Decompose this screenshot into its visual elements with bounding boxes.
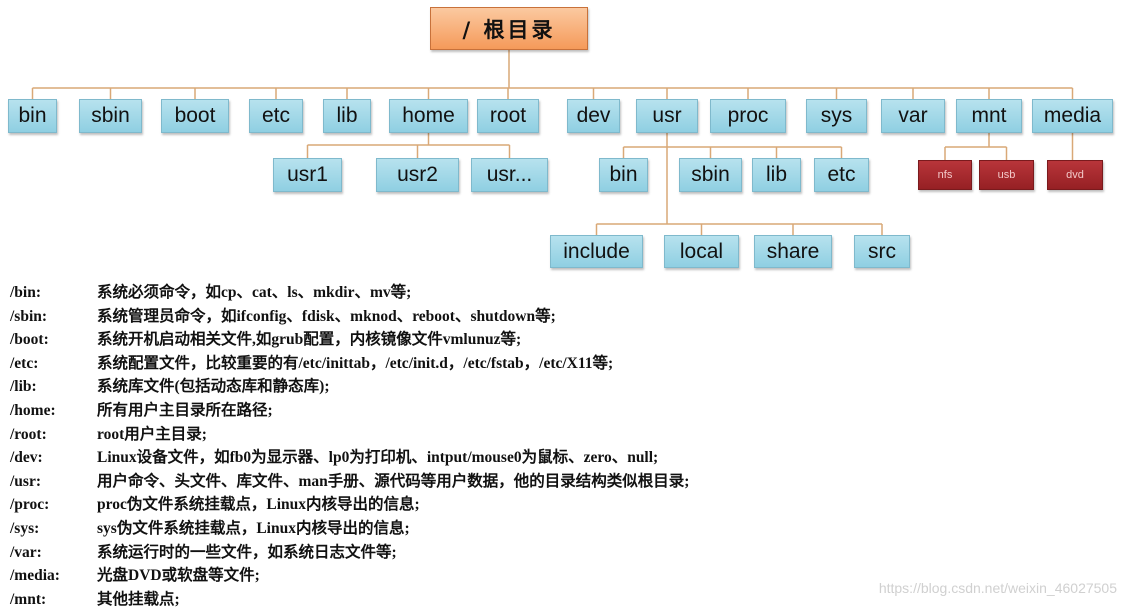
dir-node-etc: etc (249, 99, 303, 133)
home-child-node: usr1 (273, 158, 342, 192)
dir-label: /home: (10, 402, 56, 419)
dir-description: 系统库文件(包括动态库和静态库); (97, 378, 330, 396)
dir-node-dev: dev (567, 99, 620, 133)
dir-label: /proc: (10, 496, 50, 514)
watermark: https://blog.csdn.net/weixin_46027505 (878, 580, 1117, 596)
description-row: /usr: 用户命令、头文件、库文件、man手册、源代码等用户数据，他的目录结构类… (10, 469, 689, 491)
dir-description: 系统必须命令，如cp、cat、ls、mkdir、mv等; (97, 284, 412, 301)
description-row: /root: root用户主目录; (10, 422, 207, 444)
mnt-child-node: nfs (918, 160, 972, 190)
description-row: /etc: 系统配置文件，比较重要的有/etc/inittab，/etc/init… (10, 351, 613, 373)
dir-label: /media: (10, 567, 60, 585)
usr-child-node: include (550, 235, 643, 268)
dir-node-boot: boot (161, 99, 229, 133)
usr-child-node: sbin (679, 158, 742, 192)
home-child-node: usr... (471, 158, 548, 192)
dir-node-var: var (881, 99, 945, 133)
dir-description: 光盘DVD或软盘等文件; (97, 567, 260, 585)
dir-node-usr: usr (636, 99, 698, 133)
dir-label: /usr: (10, 472, 41, 490)
dir-description: 其他挂载点; (97, 590, 180, 608)
description-row: /mnt: 其他挂载点; (10, 587, 180, 609)
usr-child-node: bin (599, 158, 648, 192)
usr-child-node: local (664, 235, 739, 268)
description-row: /sbin: 系统管理员命令，如ifconfig、fdisk、mknod、rebo… (10, 304, 556, 326)
dir-description: root用户主目录; (97, 425, 207, 443)
dir-label: /sbin: (10, 307, 48, 325)
usr-child-node: etc (814, 158, 869, 192)
dir-label: /var: (10, 543, 42, 561)
usr-child-node: share (754, 235, 832, 268)
dir-node-mnt: mnt (956, 99, 1022, 133)
dir-label: /lib: (10, 378, 37, 396)
dir-node-media: media (1032, 99, 1113, 133)
dir-node-proc: proc (710, 99, 786, 133)
dir-label: /bin: (10, 284, 42, 301)
mnt-child-node: usb (979, 160, 1034, 190)
directory-tree-diagram: / 根目录 bin sbin boot etc lib home root dev usr proc… (0, 0, 1125, 610)
description-row: /sys: sys伪文件系统挂载点，Linux内核导出的信息; (10, 516, 410, 538)
dir-description: 系统管理员命令，如ifconfig、fdisk、mknod、reboot、shu… (97, 307, 556, 325)
dir-description: 系统配置文件，比较重要的有/etc/inittab，/etc/init.d，/e… (97, 354, 614, 372)
dir-node-sys: sys (806, 99, 867, 133)
dir-node-home: home (389, 99, 468, 133)
description-row: /home: 所有用户主目录所在路径; (10, 398, 273, 420)
description-row: /proc: proc伪文件系统挂载点，Linux内核导出的信息; (10, 492, 420, 514)
root-directory-node: / 根目录 (430, 7, 588, 50)
usr-child-node: src (854, 235, 910, 268)
description-row: /boot: 系统开机启动相关文件,如grub配置，内核镜像文件vmlunuz等; (10, 327, 521, 349)
dir-label: /mnt: (10, 590, 47, 608)
dir-description: Linux设备文件，如fb0为显示器、lp0为打印机、intput/mouse0… (97, 449, 659, 467)
dir-node-lib: lib (323, 99, 371, 133)
dir-label: /root: (10, 425, 47, 443)
dir-label: /etc: (10, 354, 39, 372)
description-row: /bin: 系统必须命令，如cp、cat、ls、mkdir、mv等; (10, 280, 411, 302)
dir-label: /dev: (10, 449, 43, 467)
dir-label: /boot: (10, 331, 49, 349)
dir-description: 用户命令、头文件、库文件、man手册、源代码等用户数据，他的目录结构类似根目录; (97, 472, 690, 490)
description-row: /var: 系统运行时的一些文件，如系统日志文件等; (10, 540, 397, 562)
usr-child-node: lib (752, 158, 801, 192)
description-row: /lib: 系统库文件(包括动态库和静态库); (10, 374, 330, 396)
dir-label: /sys: (10, 520, 40, 537)
dir-description: 系统开机启动相关文件,如grub配置，内核镜像文件vmlunuz等; (97, 331, 522, 349)
description-row: /dev: Linux设备文件，如fb0为显示器、lp0为打印机、intput/m… (10, 445, 658, 467)
dir-description: sys伪文件系统挂载点，Linux内核导出的信息; (97, 520, 410, 537)
description-row: /media: 光盘DVD或软盘等文件; (10, 563, 260, 585)
dir-description: 所有用户主目录所在路径; (97, 402, 273, 419)
dir-node-bin: bin (8, 99, 57, 133)
dir-node-sbin: sbin (79, 99, 142, 133)
dir-node-root: root (477, 99, 539, 133)
home-child-node: usr2 (376, 158, 459, 192)
dir-description: 系统运行时的一些文件，如系统日志文件等; (97, 543, 397, 561)
media-child-node: dvd (1047, 160, 1103, 190)
dir-description: proc伪文件系统挂载点，Linux内核导出的信息; (97, 496, 420, 514)
